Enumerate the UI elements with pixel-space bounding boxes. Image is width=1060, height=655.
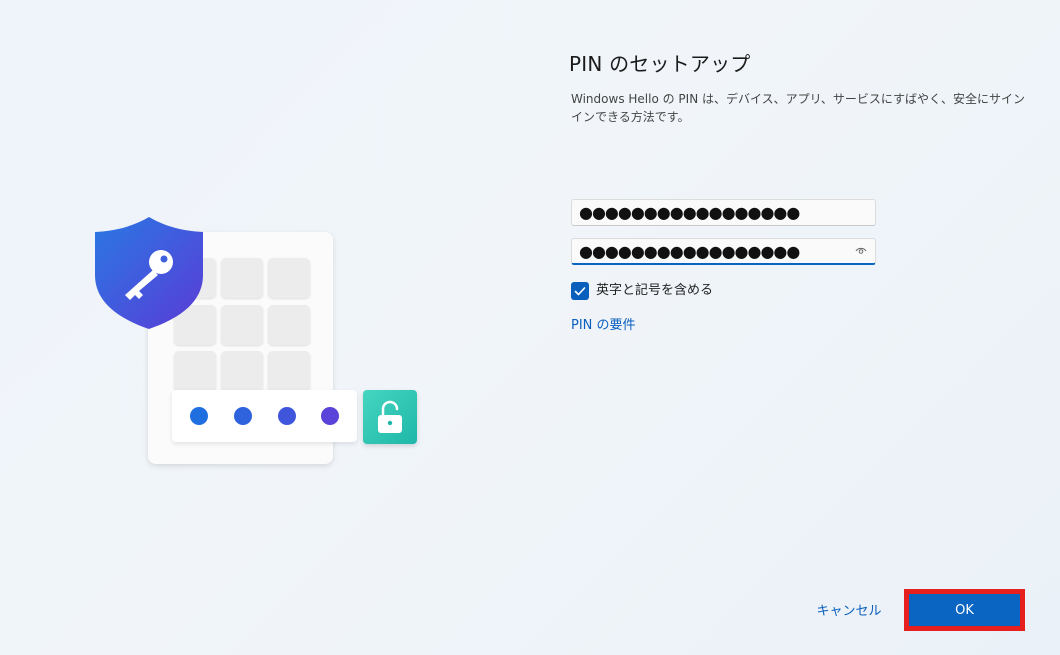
new-pin-value: ●●●●●●●●●●●●●●●●● — [579, 203, 800, 222]
illustration — [0, 0, 540, 655]
keypad-key — [221, 351, 263, 391]
unlock-tile — [363, 390, 417, 444]
keypad-key — [268, 258, 310, 298]
ok-button[interactable]: OK — [909, 594, 1020, 626]
page-description: Windows Hello の PIN は、デバイス、アプリ、サービスにすばやく… — [571, 92, 1026, 124]
keypad-key — [268, 305, 310, 345]
keypad-key — [221, 305, 263, 345]
pin-requirements-link[interactable]: PIN の要件 — [571, 317, 636, 335]
cancel-button[interactable]: キャンセル — [815, 598, 883, 626]
confirm-pin-field[interactable]: ●●●●●●●●●●●●●●●●● — [571, 238, 876, 265]
pin-dot — [190, 407, 208, 425]
keypad-key — [268, 351, 310, 391]
shield-key-icon — [95, 217, 203, 329]
page-title: PIN のセットアップ — [569, 52, 751, 76]
include-letters-checkbox[interactable] — [571, 282, 589, 300]
include-letters-label[interactable]: 英字と記号を含める — [596, 282, 713, 300]
confirm-pin-value: ●●●●●●●●●●●●●●●●● — [579, 242, 800, 261]
pin-dot — [321, 407, 339, 425]
unlock-icon — [378, 400, 402, 433]
pin-dot — [278, 407, 296, 425]
pin-dots-strip — [172, 390, 357, 442]
new-pin-field[interactable]: ●●●●●●●●●●●●●●●●● — [571, 199, 876, 226]
reveal-eye-icon[interactable] — [855, 246, 867, 256]
keypad-key — [221, 258, 263, 298]
pin-setup-page: PIN のセットアップ Windows Hello の PIN は、デバイス、ア… — [0, 0, 1060, 655]
checkmark-icon — [574, 287, 586, 296]
keypad-key — [174, 351, 216, 391]
pin-dot — [234, 407, 252, 425]
